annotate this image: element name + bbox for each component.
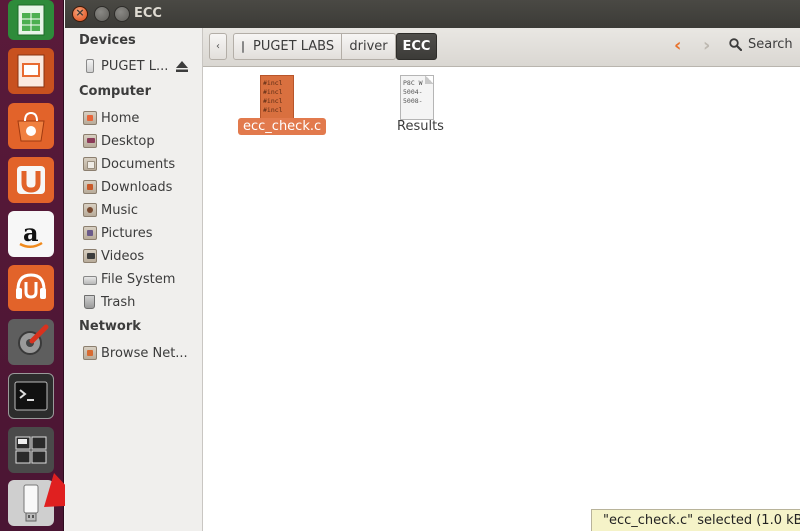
- search-button[interactable]: Search: [729, 37, 793, 52]
- sidebar-item-desktop[interactable]: Desktop: [83, 131, 201, 151]
- sidebar-item-downloads[interactable]: Downloads: [83, 177, 201, 197]
- search-icon: [729, 38, 742, 51]
- sidebar-item-puget-labs[interactable]: PUGET L...: [83, 56, 201, 76]
- chevron-right-icon: ›: [703, 35, 711, 56]
- computer-header: Computer: [79, 84, 152, 99]
- videos-folder-icon: [83, 249, 97, 263]
- file-name: Results: [397, 119, 444, 134]
- unity-launcher: a: [0, 0, 64, 531]
- sidebar-item-label: PUGET L...: [101, 58, 169, 74]
- search-label: Search: [748, 37, 793, 52]
- window-maximize-button[interactable]: [114, 6, 130, 22]
- desktop-folder-icon: [83, 134, 97, 148]
- amazon-icon[interactable]: a: [8, 211, 54, 257]
- harddisk-icon: [83, 276, 97, 285]
- chevron-left-icon: ‹: [674, 35, 682, 56]
- window-titlebar: × ECC: [65, 0, 800, 28]
- text-file-icon: P8C W 5004- 5008-: [400, 75, 434, 120]
- devices-header: Devices: [79, 33, 136, 48]
- sidebar-item-label: Trash: [101, 294, 136, 310]
- window-close-button[interactable]: ×: [72, 6, 88, 22]
- sidebar-item-label: Desktop: [101, 133, 155, 149]
- path-crumb-label: ECC: [402, 39, 431, 54]
- path-crumb-ecc[interactable]: ECC: [396, 33, 437, 60]
- window-minimize-button[interactable]: [94, 6, 110, 22]
- svg-text:a: a: [23, 218, 39, 247]
- usb-drive-icon[interactable]: [8, 480, 54, 526]
- close-icon: ×: [75, 6, 85, 19]
- path-crumb-driver[interactable]: driver: [342, 33, 396, 60]
- sidebar-item-label: Videos: [101, 248, 145, 264]
- sidebar-item-trash[interactable]: Trash: [83, 292, 201, 312]
- network-folder-icon: [83, 346, 97, 360]
- file-view: #incl #incl #incl #incl ecc_check.c P8C …: [203, 67, 800, 531]
- sidebar-item-label: Browse Net...: [101, 345, 188, 361]
- path-crumb-puget-labs[interactable]: PUGET LABS: [233, 33, 342, 60]
- ubuntu-software-center-icon[interactable]: [8, 103, 54, 149]
- chevron-left-icon: ‹: [216, 41, 220, 52]
- sidebar-item-music[interactable]: Music: [83, 200, 201, 220]
- usb-drive-icon: [86, 59, 94, 73]
- sidebar-item-home[interactable]: Home: [83, 108, 201, 128]
- sidebar-item-browse-network[interactable]: Browse Net...: [83, 343, 201, 363]
- sidebar-item-pictures[interactable]: Pictures: [83, 223, 201, 243]
- trash-icon: [84, 295, 95, 309]
- libreoffice-impress-icon[interactable]: [8, 48, 54, 94]
- path-scroll-left-button[interactable]: ‹: [209, 33, 227, 60]
- sidebar-item-label: Music: [101, 202, 138, 218]
- sidebar-item-file-system[interactable]: File System: [83, 269, 201, 289]
- path-crumb-label: driver: [349, 39, 388, 54]
- eject-icon[interactable]: [176, 60, 189, 72]
- sidebar-item-label: Pictures: [101, 225, 153, 241]
- libreoffice-calc-icon[interactable]: [8, 0, 54, 40]
- forward-button[interactable]: ›: [703, 35, 710, 56]
- window-title: ECC: [134, 6, 162, 21]
- music-folder-icon: [83, 203, 97, 217]
- sidebar-item-label: Downloads: [101, 179, 173, 195]
- ubuntu-one-music-icon[interactable]: [8, 265, 54, 311]
- path-crumb-label: PUGET LABS: [253, 39, 335, 54]
- downloads-folder-icon: [83, 180, 97, 194]
- location-toolbar: ‹ PUGET LABS driver ECC ‹ › Search: [203, 28, 800, 67]
- sidebar-item-videos[interactable]: Videos: [83, 246, 201, 266]
- documents-folder-icon: [83, 157, 97, 171]
- network-header: Network: [79, 319, 141, 334]
- back-button[interactable]: ‹: [674, 35, 681, 56]
- file-name: ecc_check.c: [238, 118, 327, 135]
- pictures-folder-icon: [83, 226, 97, 240]
- system-settings-icon[interactable]: [8, 319, 54, 365]
- usb-drive-icon: [242, 40, 244, 53]
- home-folder-icon: [83, 111, 97, 125]
- terminal-icon[interactable]: [8, 373, 54, 419]
- sidebar-item-label: Documents: [101, 156, 176, 172]
- places-sidebar: Devices PUGET L... Computer Home Desktop…: [65, 28, 203, 531]
- workspace-switcher-icon[interactable]: [8, 427, 54, 473]
- c-source-file-icon: #incl #incl #incl #incl: [260, 75, 294, 120]
- selection-status: "ecc_check.c" selected (1.0 kB): [591, 509, 800, 531]
- sidebar-item-label: Home: [101, 110, 140, 126]
- ubuntu-one-icon[interactable]: [8, 157, 54, 203]
- sidebar-item-documents[interactable]: Documents: [83, 154, 201, 174]
- sidebar-item-label: File System: [101, 271, 176, 287]
